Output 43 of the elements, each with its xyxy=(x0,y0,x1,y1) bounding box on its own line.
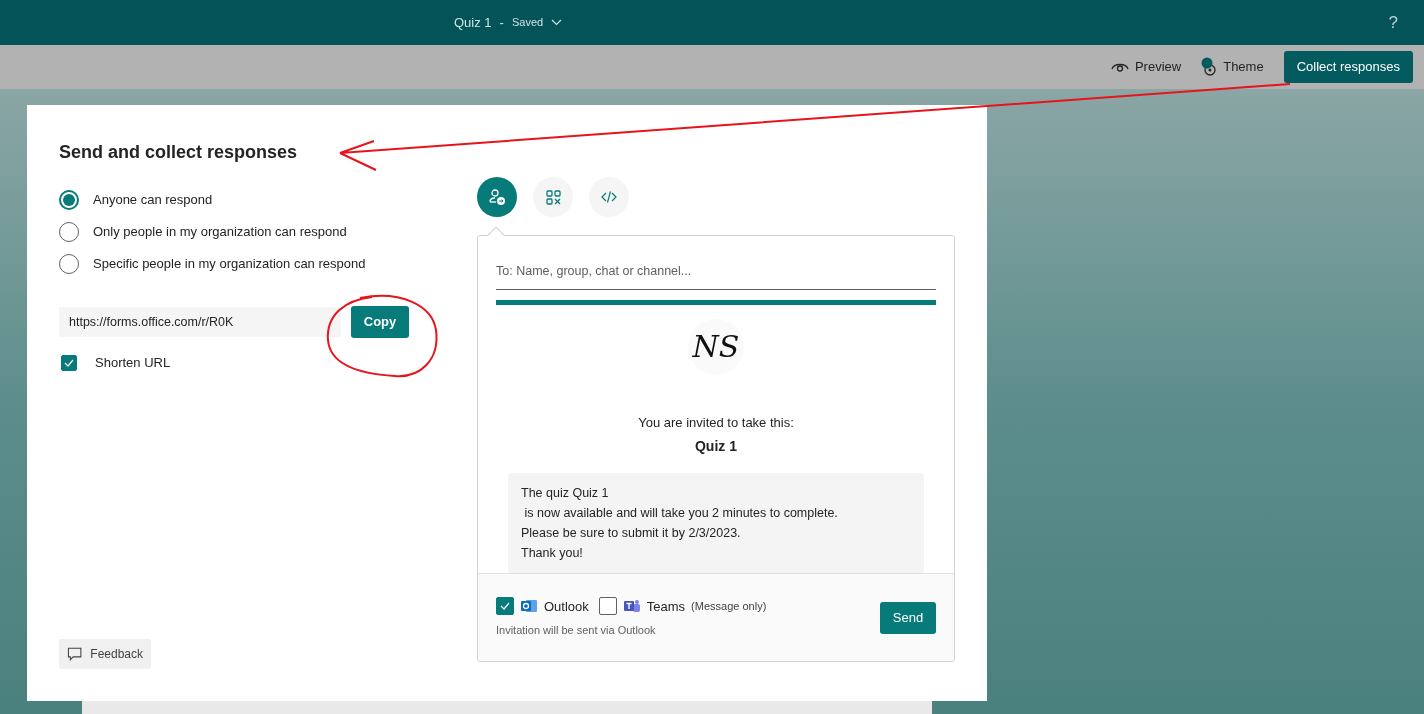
check-icon xyxy=(500,602,510,611)
collect-responses-button[interactable]: Collect responses xyxy=(1283,51,1413,83)
share-tab[interactable] xyxy=(533,177,573,217)
checkbox[interactable] xyxy=(496,597,514,616)
mail-app-icon xyxy=(520,598,538,615)
message-line: Thank you! xyxy=(521,545,584,563)
chevron-down-icon[interactable] xyxy=(551,19,563,26)
help-button[interactable]: ? xyxy=(1388,9,1398,36)
logo: NS xyxy=(688,318,744,375)
invitation-text: You are invited to take this: xyxy=(638,413,794,432)
quiz-title: Quiz 1 xyxy=(695,437,737,457)
code-icon xyxy=(601,190,617,204)
title-separator: - xyxy=(499,13,504,32)
send-button[interactable]: Send xyxy=(880,601,936,634)
copy-button[interactable]: Copy xyxy=(351,306,409,338)
message-line: The quiz Quiz 1 xyxy=(521,485,610,503)
dialog-title: Send and collect responses xyxy=(59,141,299,164)
theme-button[interactable]: Theme xyxy=(1201,57,1264,77)
check-icon xyxy=(64,358,74,367)
preview-button[interactable]: Preview xyxy=(1110,57,1182,77)
link-field[interactable]: https://forms.office.com/r/R0K xyxy=(59,307,341,337)
share-tab[interactable] xyxy=(477,177,517,217)
radio-option[interactable]: Anyone can respond xyxy=(59,190,213,210)
message-line: is now available and will take you 2 minutes to complete. xyxy=(523,505,839,523)
channel-note: (Message only) xyxy=(691,599,767,615)
qr-code-icon xyxy=(545,189,561,205)
radio-option[interactable]: Specific people in my organization can respond xyxy=(59,254,366,274)
feedback-button[interactable]: Feedback xyxy=(59,639,151,669)
palette-icon xyxy=(1201,57,1218,77)
checkbox[interactable] xyxy=(598,597,617,616)
radio-option[interactable]: Only people in my organization can respond xyxy=(59,222,347,242)
hint-text: Invitation will be sent via Outlook xyxy=(496,623,657,639)
save-status: Saved xyxy=(511,15,544,31)
channel-label: Outlook xyxy=(544,597,589,616)
checkbox-label: Shorten URL xyxy=(95,354,171,372)
form-title[interactable]: Quiz 1 xyxy=(454,12,492,33)
channel-label: Teams xyxy=(646,597,686,616)
chat-app-icon xyxy=(622,598,641,615)
checkbox[interactable] xyxy=(61,354,77,371)
message-line: Please be sure to submit it by 2/3/2023. xyxy=(521,525,742,543)
comment-icon xyxy=(67,646,83,662)
person-send-icon xyxy=(488,188,506,206)
eye-icon xyxy=(1110,61,1129,73)
